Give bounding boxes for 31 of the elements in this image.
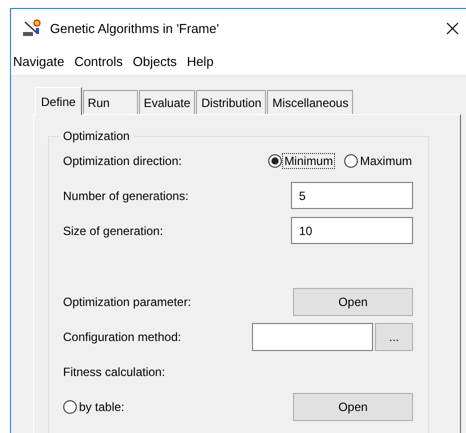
tab[interactable]: Define — [35, 87, 82, 115]
close-icon[interactable] — [446, 22, 459, 34]
field-label: Optimization parameter: — [63, 294, 192, 308]
field-label: Configuration method: — [63, 330, 182, 344]
field-label: Size of generation: — [63, 224, 164, 238]
menu-item[interactable]: Controls — [72, 54, 129, 68]
field-label: Fitness calculation: — [63, 364, 166, 378]
radio-button[interactable] — [344, 154, 358, 168]
menu-item[interactable]: Help — [184, 54, 220, 68]
menu-item[interactable]: Navigate — [11, 54, 70, 68]
radio-button[interactable] — [268, 154, 282, 168]
app-icon — [22, 19, 42, 37]
text-field[interactable]: 5 — [291, 182, 413, 209]
radio-label[interactable]: Maximum — [358, 154, 413, 168]
browse-button[interactable]: ... — [375, 322, 413, 350]
radio-button[interactable] — [63, 400, 77, 414]
radio-label[interactable]: by table: — [79, 400, 124, 414]
window-title: Genetic Algorithms in 'Frame' — [50, 20, 219, 36]
field-label: Number of generations: — [63, 188, 190, 202]
tab[interactable]: Run — [82, 90, 138, 114]
text-field[interactable] — [252, 322, 373, 350]
radio-label[interactable]: Minimum — [283, 154, 334, 168]
group-title: Optimization — [59, 129, 134, 143]
open-button[interactable]: Open — [293, 288, 413, 316]
open-button[interactable]: Open — [293, 392, 413, 420]
text-field[interactable]: 10 — [291, 217, 413, 244]
menu-item[interactable]: Objects — [130, 54, 183, 68]
tab[interactable]: Miscellaneous — [267, 90, 354, 114]
tab[interactable]: Evaluate — [138, 90, 196, 114]
field-label: Optimization direction: — [63, 154, 183, 168]
tab[interactable]: Distribution — [196, 90, 266, 114]
